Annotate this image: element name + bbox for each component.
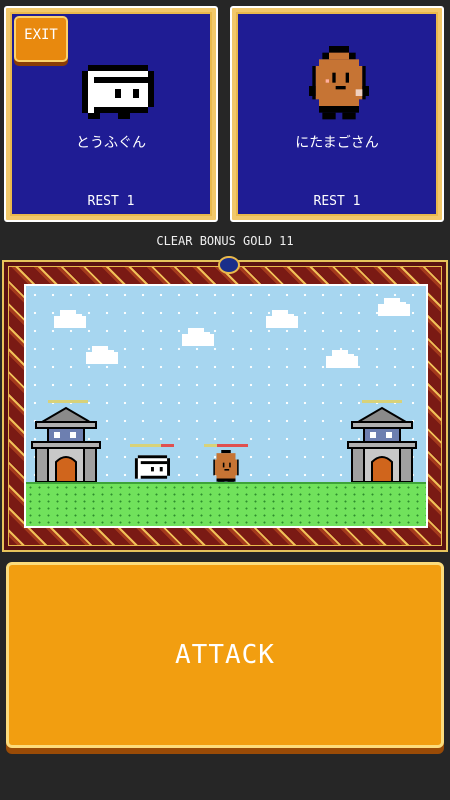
- castle-icon-left: [31, 406, 101, 483]
- player-card-egg: にたまごさん REST 1: [230, 6, 444, 222]
- cloud-icon: [326, 350, 358, 368]
- rest-count: REST 1: [313, 194, 361, 209]
- cloud-icon: [54, 310, 86, 328]
- egg-icon: [309, 46, 369, 120]
- clear-bonus-text: CLEAR BONUS GOLD 11: [156, 234, 294, 248]
- battle-arena: [2, 256, 448, 552]
- cloud-icon: [378, 298, 410, 316]
- cloud-icon: [266, 310, 298, 328]
- cloud-icon: [86, 346, 118, 364]
- unit-hp-bar-tofu: [130, 444, 174, 447]
- player-name: とうふぐん: [76, 135, 146, 151]
- rest-count: REST 1: [87, 194, 135, 209]
- grass-ground: [26, 482, 426, 526]
- attack-button[interactable]: ATTACK: [6, 562, 444, 748]
- battlefield: [24, 284, 428, 528]
- castle-icon-right: [347, 406, 417, 483]
- cloud-icon: [182, 328, 214, 346]
- tofu-unit-icon: [134, 455, 170, 479]
- castle-hp-bar-right: [362, 400, 402, 403]
- tofu-icon: [82, 65, 154, 119]
- player-name: にたまごさん: [295, 135, 379, 151]
- gem-ornament-icon: [218, 256, 240, 274]
- castle-hp-bar-left: [48, 400, 88, 403]
- unit-hp-bar-egg: [204, 444, 248, 447]
- exit-button[interactable]: EXIT: [14, 16, 68, 62]
